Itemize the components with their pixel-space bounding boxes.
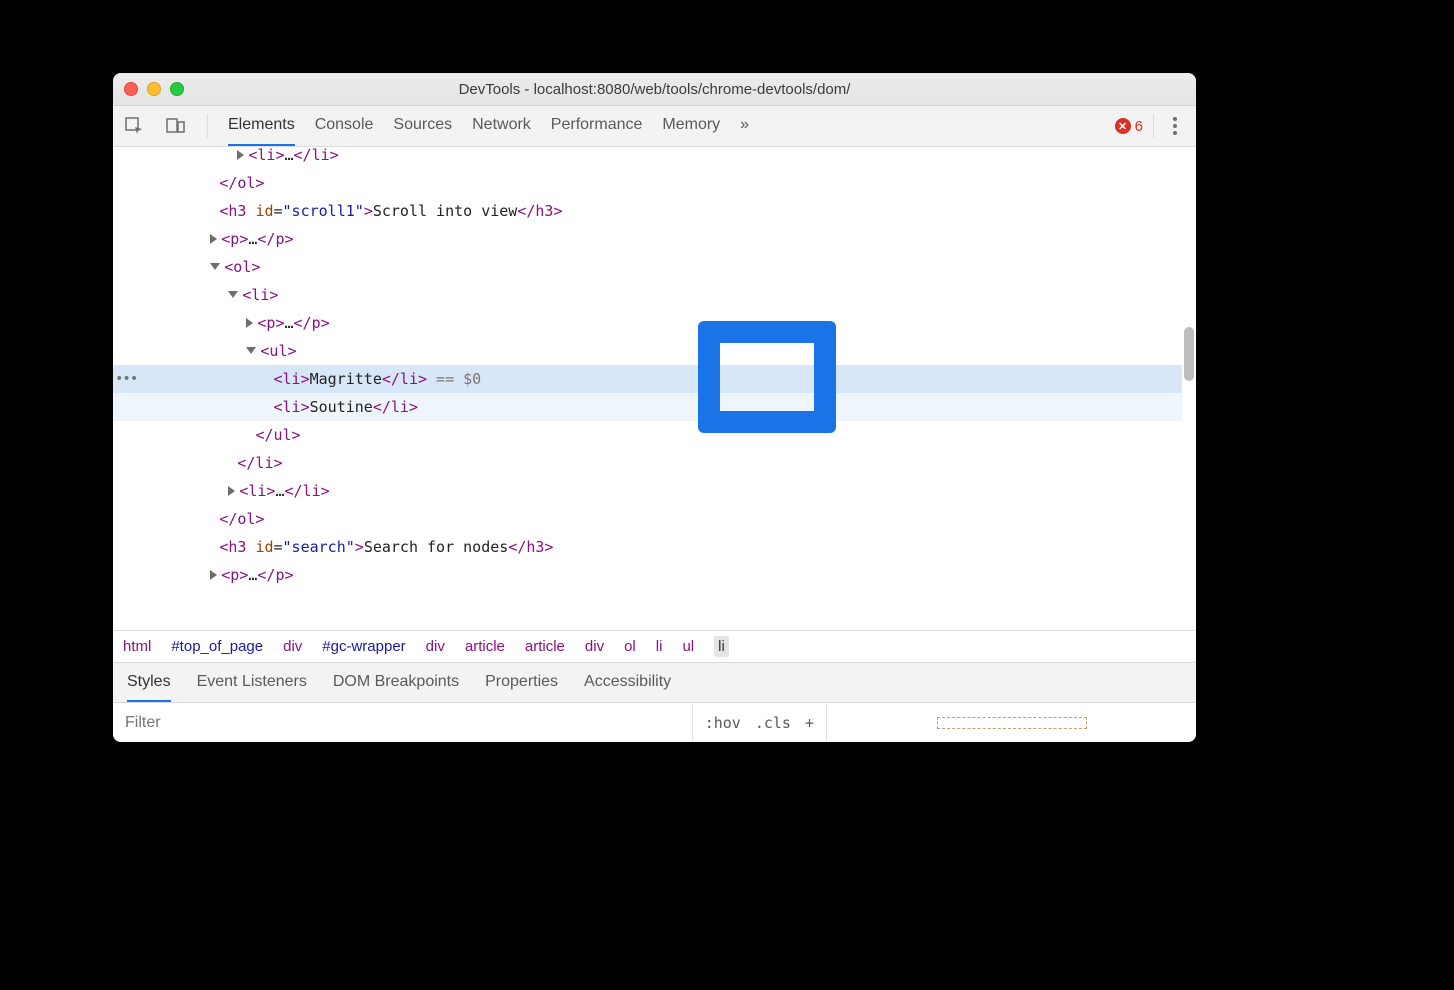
dom-node-selected[interactable]: ••• <li>Magritte</li> == $0	[113, 365, 1182, 393]
dom-node[interactable]: </ol>	[113, 169, 1182, 197]
tab-properties[interactable]: Properties	[485, 664, 558, 702]
dom-node[interactable]: <li>…</li>	[113, 147, 1182, 169]
tab-console[interactable]: Console	[315, 106, 374, 146]
ellipsis-icon[interactable]: •••	[115, 365, 137, 393]
box-model-preview	[937, 717, 1087, 729]
close-window-button[interactable]	[124, 82, 138, 96]
disclosure-right-icon[interactable]	[246, 318, 253, 328]
tab-memory[interactable]: Memory	[662, 106, 720, 146]
zoom-window-button[interactable]	[170, 82, 184, 96]
dom-node[interactable]: </ul>	[113, 421, 1182, 449]
breadcrumb-item[interactable]: article	[465, 638, 505, 655]
breadcrumb-item[interactable]: html	[123, 638, 151, 655]
dom-breadcrumb: html #top_of_page div #gc-wrapper div ar…	[113, 630, 1196, 662]
disclosure-right-icon[interactable]	[210, 570, 217, 580]
error-count[interactable]: ✕ 6	[1115, 118, 1143, 135]
new-style-rule-button[interactable]: +	[805, 714, 814, 732]
scrollbar[interactable]	[1182, 147, 1194, 630]
breadcrumb-item[interactable]: ol	[624, 638, 636, 655]
inspect-element-icon[interactable]	[123, 115, 145, 137]
disclosure-down-icon[interactable]	[210, 263, 220, 270]
tab-elements[interactable]: Elements	[228, 106, 295, 146]
dom-node[interactable]: <p>…</p>	[113, 309, 1182, 337]
tab-event-listeners[interactable]: Event Listeners	[197, 664, 307, 702]
styles-toolbar: :hov .cls +	[113, 702, 1196, 742]
tab-styles[interactable]: Styles	[127, 664, 171, 702]
minimize-window-button[interactable]	[147, 82, 161, 96]
breadcrumb-item[interactable]: div	[426, 638, 445, 655]
toolbar-divider	[207, 114, 208, 138]
breadcrumb-item[interactable]: #top_of_page	[171, 638, 263, 655]
tab-sources[interactable]: Sources	[393, 106, 452, 146]
sidebar-tabs: Styles Event Listeners DOM Breakpoints P…	[113, 662, 1196, 702]
devtools-window: DevTools - localhost:8080/web/tools/chro…	[113, 73, 1196, 742]
tab-performance[interactable]: Performance	[551, 106, 643, 146]
breadcrumb-item[interactable]: div	[585, 638, 604, 655]
dom-node[interactable]: <li>	[113, 281, 1182, 309]
styles-filter-input[interactable]	[113, 703, 692, 742]
titlebar: DevTools - localhost:8080/web/tools/chro…	[113, 73, 1196, 106]
breadcrumb-item[interactable]: ul	[682, 638, 694, 655]
kebab-menu-icon[interactable]	[1164, 115, 1186, 137]
disclosure-right-icon[interactable]	[228, 486, 235, 496]
disclosure-right-icon[interactable]	[237, 150, 244, 160]
tab-more[interactable]: »	[740, 106, 749, 146]
dom-node[interactable]: <h3 id="search">Search for nodes</h3>	[113, 533, 1182, 561]
tab-accessibility[interactable]: Accessibility	[584, 664, 671, 702]
breadcrumb-item[interactable]: li	[656, 638, 663, 655]
error-count-value: 6	[1135, 118, 1143, 135]
dom-node[interactable]: <li>Soutine</li>	[113, 393, 1182, 421]
dom-node[interactable]: </ol>	[113, 505, 1182, 533]
toggle-cls-button[interactable]: .cls	[755, 714, 791, 732]
dom-node[interactable]: </li>	[113, 449, 1182, 477]
window-title: DevTools - localhost:8080/web/tools/chro…	[113, 81, 1196, 98]
dom-node[interactable]: <ol>	[113, 253, 1182, 281]
device-toolbar-icon[interactable]	[165, 115, 187, 137]
breadcrumb-item[interactable]: #gc-wrapper	[322, 638, 405, 655]
breadcrumb-item[interactable]: div	[283, 638, 302, 655]
disclosure-down-icon[interactable]	[228, 291, 238, 298]
window-controls	[113, 82, 184, 96]
toolbar-divider	[1153, 114, 1154, 138]
elements-dom-tree[interactable]: <li>…</li> </ol> <h3 id="scroll1">Scroll…	[113, 147, 1196, 630]
tab-network[interactable]: Network	[472, 106, 531, 146]
dom-node[interactable]: <ul>	[113, 337, 1182, 365]
scrollbar-thumb[interactable]	[1184, 327, 1194, 381]
toggle-hov-button[interactable]: :hov	[705, 714, 741, 732]
tab-dom-breakpoints[interactable]: DOM Breakpoints	[333, 664, 459, 702]
computed-box-placeholder	[826, 703, 1196, 742]
dom-node[interactable]: <p>…</p>	[113, 561, 1182, 589]
main-toolbar: Elements Console Sources Network Perform…	[113, 106, 1196, 147]
disclosure-down-icon[interactable]	[246, 347, 256, 354]
dom-node[interactable]: <p>…</p>	[113, 225, 1182, 253]
disclosure-right-icon[interactable]	[210, 234, 217, 244]
dom-node[interactable]: <h3 id="scroll1">Scroll into view</h3>	[113, 197, 1182, 225]
dom-node[interactable]: <li>…</li>	[113, 477, 1182, 505]
breadcrumb-item[interactable]: article	[525, 638, 565, 655]
error-icon: ✕	[1115, 118, 1131, 134]
breadcrumb-item-current[interactable]: li	[714, 636, 729, 657]
